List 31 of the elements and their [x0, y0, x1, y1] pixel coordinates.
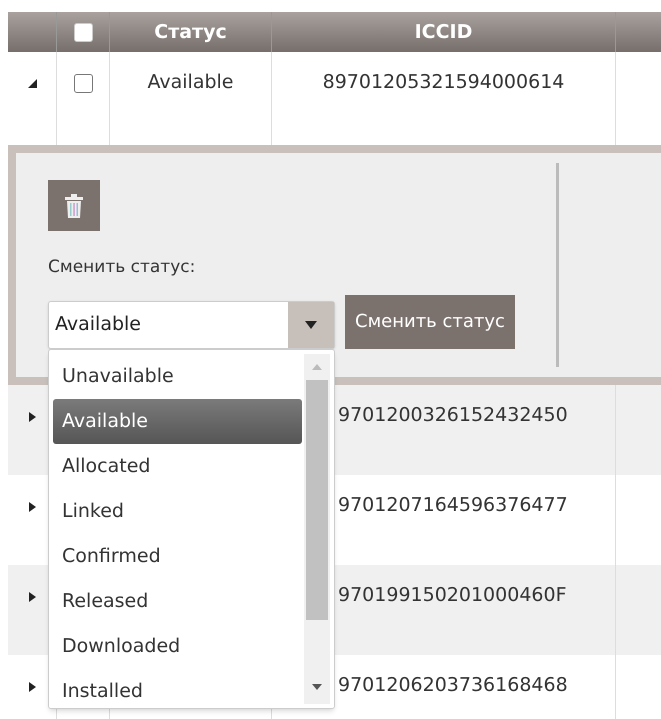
- dropdown-option[interactable]: Installed: [53, 668, 302, 708]
- trash-button[interactable]: [48, 180, 100, 231]
- iccid-text: 9701206203736168468: [338, 673, 568, 698]
- status-text: Available: [147, 70, 234, 95]
- change-status-label: Сменить статус:: [48, 256, 196, 279]
- collapse-triangle-icon[interactable]: [28, 79, 36, 88]
- expand-triangle-icon[interactable]: [28, 592, 36, 602]
- expand-triangle-icon[interactable]: [28, 502, 36, 512]
- dropdown-arrow-icon: [305, 320, 317, 328]
- scroll-up-icon: [312, 364, 322, 370]
- expand-triangle-icon[interactable]: [28, 682, 36, 692]
- dropdown-option[interactable]: Released: [53, 578, 302, 624]
- status-select[interactable]: Available: [48, 300, 335, 348]
- dropdown-option[interactable]: Allocated: [53, 444, 302, 488]
- column-header[interactable]: Статус: [154, 18, 227, 46]
- checkbox[interactable]: [74, 74, 92, 93]
- iccid-text: 89701205321594000614: [322, 70, 564, 95]
- trash-icon: [65, 194, 83, 218]
- change-status-button[interactable]: Сменить статус: [345, 294, 515, 348]
- dropdown-option[interactable]: Downloaded: [53, 624, 302, 668]
- iccid-text: 9701200326152432450: [338, 403, 568, 428]
- iccid-text: 970199150201000460F: [338, 583, 567, 608]
- dropdown-option[interactable]: Linked: [53, 488, 302, 534]
- expand-triangle-icon[interactable]: [28, 412, 36, 422]
- dropdown-option[interactable]: Confirmed: [53, 534, 302, 578]
- scroll-down-icon: [312, 684, 322, 690]
- dropdown-option[interactable]: Available: [53, 398, 302, 444]
- iccid-text: 9701207164596376477: [338, 493, 568, 518]
- checkbox[interactable]: [74, 22, 92, 42]
- scrollbar[interactable]: [304, 354, 330, 704]
- dropdown-option[interactable]: Unavailable: [53, 354, 302, 398]
